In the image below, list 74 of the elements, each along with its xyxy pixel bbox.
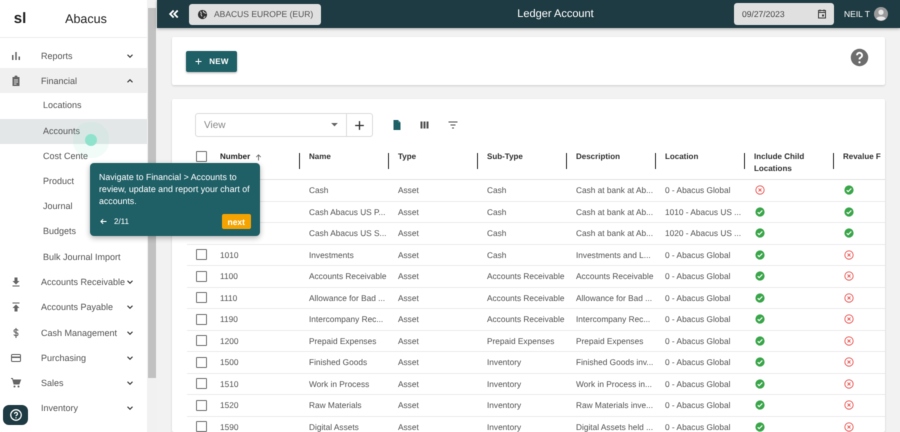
table-cell: Prepaid Expenses [487, 336, 554, 346]
table-cell: Cash [487, 228, 506, 238]
table-cell: 1200 [220, 336, 238, 346]
table-cell: 0 - Abacus Global [665, 336, 730, 346]
table-cell: Raw Materials [309, 400, 362, 410]
table-cell: Inventory [487, 400, 522, 410]
table-cell: Cash at bank at Ab... [576, 206, 654, 217]
table-cell: Accounts Receivable [487, 314, 564, 324]
table-cell: Cash [487, 206, 506, 217]
table-cell: Asset [398, 422, 419, 432]
table-cell: Asset [398, 250, 419, 260]
table-cell: 1020 - Abacus US ... [665, 228, 742, 238]
tooltip-text: Navigate to Financial > Accounts to review, update and report your chart of accounts. [99, 171, 251, 207]
table-cell: Asset [398, 228, 419, 238]
table-cell: Inventory [487, 378, 522, 389]
table-cell: Accounts Receivable [487, 292, 564, 303]
table-cell: Work in Process [309, 378, 370, 389]
table-cell: Finished Goods [309, 357, 368, 368]
table-cell: Raw Materials inve... [576, 400, 654, 410]
table-cell: Prepaid Expenses [309, 336, 376, 346]
step-counter: 2/11 [114, 217, 130, 226]
table-cell: Digital Assets held ... [576, 422, 654, 432]
table-cell: Asset [398, 206, 419, 217]
table-cell: Cash [487, 185, 506, 196]
table-cell: 0 - Abacus Global [665, 185, 730, 196]
table-cell: 1190 [220, 314, 238, 324]
table-cell: Accounts Receivable [309, 271, 386, 282]
table-cell: 1010 [220, 250, 238, 260]
table-cell: 0 - Abacus Global [665, 314, 730, 324]
table-cell: 1510 [220, 378, 238, 389]
table-cell: Asset [398, 378, 419, 389]
table-cell: 1520 [220, 400, 238, 410]
table-cell: Asset [398, 357, 419, 368]
logo: sl [12, 10, 28, 27]
table-cell: Cash Abacus US P... [309, 206, 386, 217]
table-cell: Prepaid Expenses [576, 336, 644, 346]
table-cell: 1010 - Abacus US ... [665, 206, 742, 217]
table-cell: 0 - Abacus Global [665, 422, 730, 432]
table-cell: Accounts Receivable [487, 271, 564, 282]
table-cell: 1590 [220, 422, 238, 432]
table-cell: Cash [309, 185, 328, 196]
table-cell: 0 - Abacus Global [665, 378, 730, 389]
table-cell: Allowance for Bad ... [309, 292, 386, 303]
table-cell: 0 - Abacus Global [665, 271, 730, 282]
table-cell: Finished Goods inv... [576, 357, 654, 368]
table-cell: Inventory [487, 357, 522, 368]
table-cell: Inventory [487, 422, 522, 432]
table-cell: Investments [309, 250, 354, 260]
table-cell: Investments and L... [576, 250, 651, 260]
table-cell: Cash at bank at Ab... [576, 228, 654, 238]
table-cell: Asset [398, 271, 419, 282]
table-cell: Cash at bank at Ab... [576, 185, 654, 196]
table-cell: Asset [398, 400, 419, 410]
page-title: Ledger Account [516, 8, 595, 20]
table-cell: 0 - Abacus Global [665, 292, 730, 303]
table-cell: Digital Assets [309, 422, 359, 432]
table-cell: 0 - Abacus Global [665, 357, 730, 368]
table-cell: Asset [398, 314, 419, 324]
table-cell: Asset [398, 292, 419, 303]
table-cell: Allowance for Bad ... [576, 292, 652, 303]
table-cell: Accounts Receivable [576, 271, 654, 282]
table-cell: 1500 [220, 357, 238, 368]
table-cell: 0 - Abacus Global [665, 250, 730, 260]
table-cell: Asset [398, 336, 419, 346]
table-cell: Intercompany Rec... [576, 314, 650, 324]
table-cell: 1110 [220, 292, 238, 303]
table-cell: Intercompany Rec... [309, 314, 384, 324]
table-cell: Work in Process in... [576, 378, 652, 389]
table-cell: Cash [487, 250, 506, 260]
table-cell: 0 - Abacus Global [665, 400, 730, 410]
table-cell: 1100 [220, 271, 238, 282]
table-cell: Cash Abacus US S... [309, 228, 386, 238]
app-name: Abacus [64, 12, 108, 26]
table-cell: Asset [398, 185, 419, 196]
